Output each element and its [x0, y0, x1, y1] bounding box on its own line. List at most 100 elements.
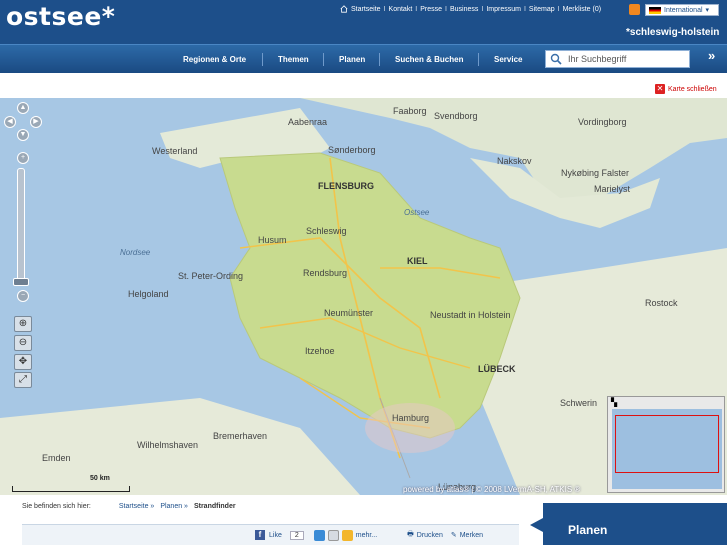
print-icon[interactable]: 🖶: [407, 530, 414, 541]
map-label: Itzehoe: [305, 346, 335, 356]
nav-item-planen[interactable]: Planen: [339, 45, 365, 74]
language-label: International: [664, 6, 703, 14]
map-label: Sønderborg: [328, 145, 376, 155]
pan-tool-icon[interactable]: ✥: [14, 354, 32, 370]
bookmark-link[interactable]: Merken: [460, 532, 483, 539]
nav-item-suchen-buchen[interactable]: Suchen & Buchen: [395, 45, 463, 74]
map-label: Schleswig: [306, 226, 347, 236]
breadcrumb-link-planen[interactable]: Planen »: [160, 503, 188, 510]
chevron-down-icon: ▾: [705, 7, 710, 14]
nav-item-themen[interactable]: Themen: [278, 45, 309, 74]
overview-toggle-icon[interactable]: ▚: [611, 398, 617, 407]
nav-divider: [478, 53, 479, 66]
pan-left-icon[interactable]: ◀: [4, 116, 16, 128]
zoom-slider-handle[interactable]: [13, 278, 29, 286]
sea-label: Nordsee: [120, 248, 151, 257]
map-label: KIEL: [407, 256, 428, 266]
nav-divider: [379, 53, 380, 66]
map-label: Marielyst: [594, 184, 631, 194]
map-label: Neumünster: [324, 308, 374, 318]
map-label: LÜBECK: [478, 364, 516, 374]
map-label: Rendsburg: [303, 268, 348, 278]
map-label: Husum: [258, 235, 287, 245]
like-button[interactable]: Like: [269, 532, 282, 539]
close-map-button[interactable]: ✕ Karte schließen: [655, 84, 717, 94]
map-label: Vordingborg: [578, 117, 627, 127]
site-logo[interactable]: ostsee*: [6, 2, 115, 31]
nav-item-regionen[interactable]: Regionen & Orte: [183, 45, 246, 74]
map-label: Helgoland: [128, 289, 169, 299]
search-submit-icon[interactable]: »: [708, 48, 715, 63]
map-scale: 50 km: [12, 475, 130, 494]
map-label: Wilhelmshaven: [137, 440, 199, 450]
nav-divider: [262, 53, 263, 66]
breadcrumb: Sie befinden sich hier: Startseite » Pla…: [22, 503, 236, 510]
site-header: ostsee* Startseite I Kontakt I Presse I Bus…: [0, 0, 727, 44]
map-label: Westerland: [152, 146, 198, 156]
map-label: Nykøbing Falster: [561, 168, 630, 178]
search-icon: [550, 53, 562, 65]
print-link[interactable]: Drucken: [417, 532, 443, 539]
favorite-star-icon[interactable]: [341, 529, 353, 541]
map-label: FLENSBURG: [318, 181, 374, 191]
toplink-startseite[interactable]: Startseite: [351, 6, 381, 13]
scale-label: 50 km: [90, 475, 110, 482]
overview-map[interactable]: ▚: [607, 396, 725, 493]
overview-extent[interactable]: [615, 415, 719, 473]
bookmark-icon[interactable]: ✎: [451, 531, 457, 539]
pan-up-icon[interactable]: ▲: [17, 102, 29, 114]
toplink-merkliste[interactable]: Merkliste (0): [563, 6, 602, 13]
toplink-presse[interactable]: Presse: [420, 6, 442, 13]
action-bar: f Like 2 mehr... 🖶 Drucken ✎ Merken: [22, 524, 519, 545]
map-label: Schwerin: [560, 398, 598, 408]
map-label: St. Peter-Ording: [178, 271, 244, 281]
map-label: Rostock: [645, 298, 678, 308]
zoom-out-tool-icon[interactable]: ⊖: [14, 335, 32, 351]
map-label: Emden: [42, 453, 71, 463]
breadcrumb-current: Strandfinder: [193, 503, 236, 510]
search-input[interactable]: Ihr Suchbegriff: [545, 50, 690, 68]
zoom-in-tool-icon[interactable]: ⊕: [14, 316, 32, 332]
zoom-out-icon[interactable]: −: [17, 290, 29, 302]
map-label: Faaborg: [393, 106, 427, 116]
map-label: Nakskov: [497, 156, 532, 166]
breadcrumb-link-startseite[interactable]: Startseite »: [119, 503, 154, 510]
more-link[interactable]: mehr...: [356, 532, 377, 539]
toplink-kontakt[interactable]: Kontakt: [389, 6, 413, 13]
planen-pointer: [530, 518, 543, 532]
fullextent-icon[interactable]: ⤢: [14, 372, 32, 388]
search-placeholder: Ihr Suchbegriff: [568, 54, 627, 64]
zoom-in-icon[interactable]: +: [17, 152, 29, 164]
breadcrumb-prefix: Sie befinden sich hier:: [22, 503, 91, 510]
map-label: Neustadt in Holstein: [430, 310, 511, 320]
nav-divider: [323, 53, 324, 66]
brand-tagline: *schleswig-holstein: [626, 27, 720, 38]
map-label: Hamburg: [392, 413, 430, 423]
close-map-label: Karte schließen: [668, 85, 717, 93]
sea-label: Ostsee: [404, 208, 430, 217]
map-label: Bremerhaven: [213, 431, 268, 441]
like-count: 2: [289, 530, 304, 540]
planen-title: Planen: [568, 523, 608, 537]
nav-item-service[interactable]: Service: [494, 45, 522, 74]
top-links: Startseite I Kontakt I Presse I Business I I…: [340, 5, 601, 13]
facebook-icon[interactable]: f: [255, 530, 265, 540]
toplink-sitemap[interactable]: Sitemap: [529, 6, 555, 13]
language-select[interactable]: International ▾: [645, 4, 719, 16]
rss-icon[interactable]: [629, 4, 640, 15]
pan-down-icon[interactable]: ▼: [17, 129, 29, 141]
pan-right-icon[interactable]: ▶: [30, 116, 42, 128]
map-attribution: powered by atlas® | © 2008 LVermA-SH, AT…: [403, 485, 581, 494]
planen-box[interactable]: Planen: [543, 503, 727, 545]
map-view[interactable]: Aabenraa Faaborg Svendborg Vordingborg W…: [0, 98, 727, 495]
twitter-icon[interactable]: [313, 529, 325, 541]
map-label: Svendborg: [434, 111, 478, 121]
map-label: Aabenraa: [288, 117, 328, 127]
toplink-impressum[interactable]: Impressum: [486, 6, 521, 13]
home-icon[interactable]: [340, 5, 348, 13]
toplink-business[interactable]: Business: [450, 6, 478, 13]
german-flag-icon: [649, 6, 661, 14]
close-icon: ✕: [655, 84, 665, 94]
email-icon[interactable]: [327, 529, 339, 541]
zoom-slider[interactable]: [17, 168, 25, 286]
